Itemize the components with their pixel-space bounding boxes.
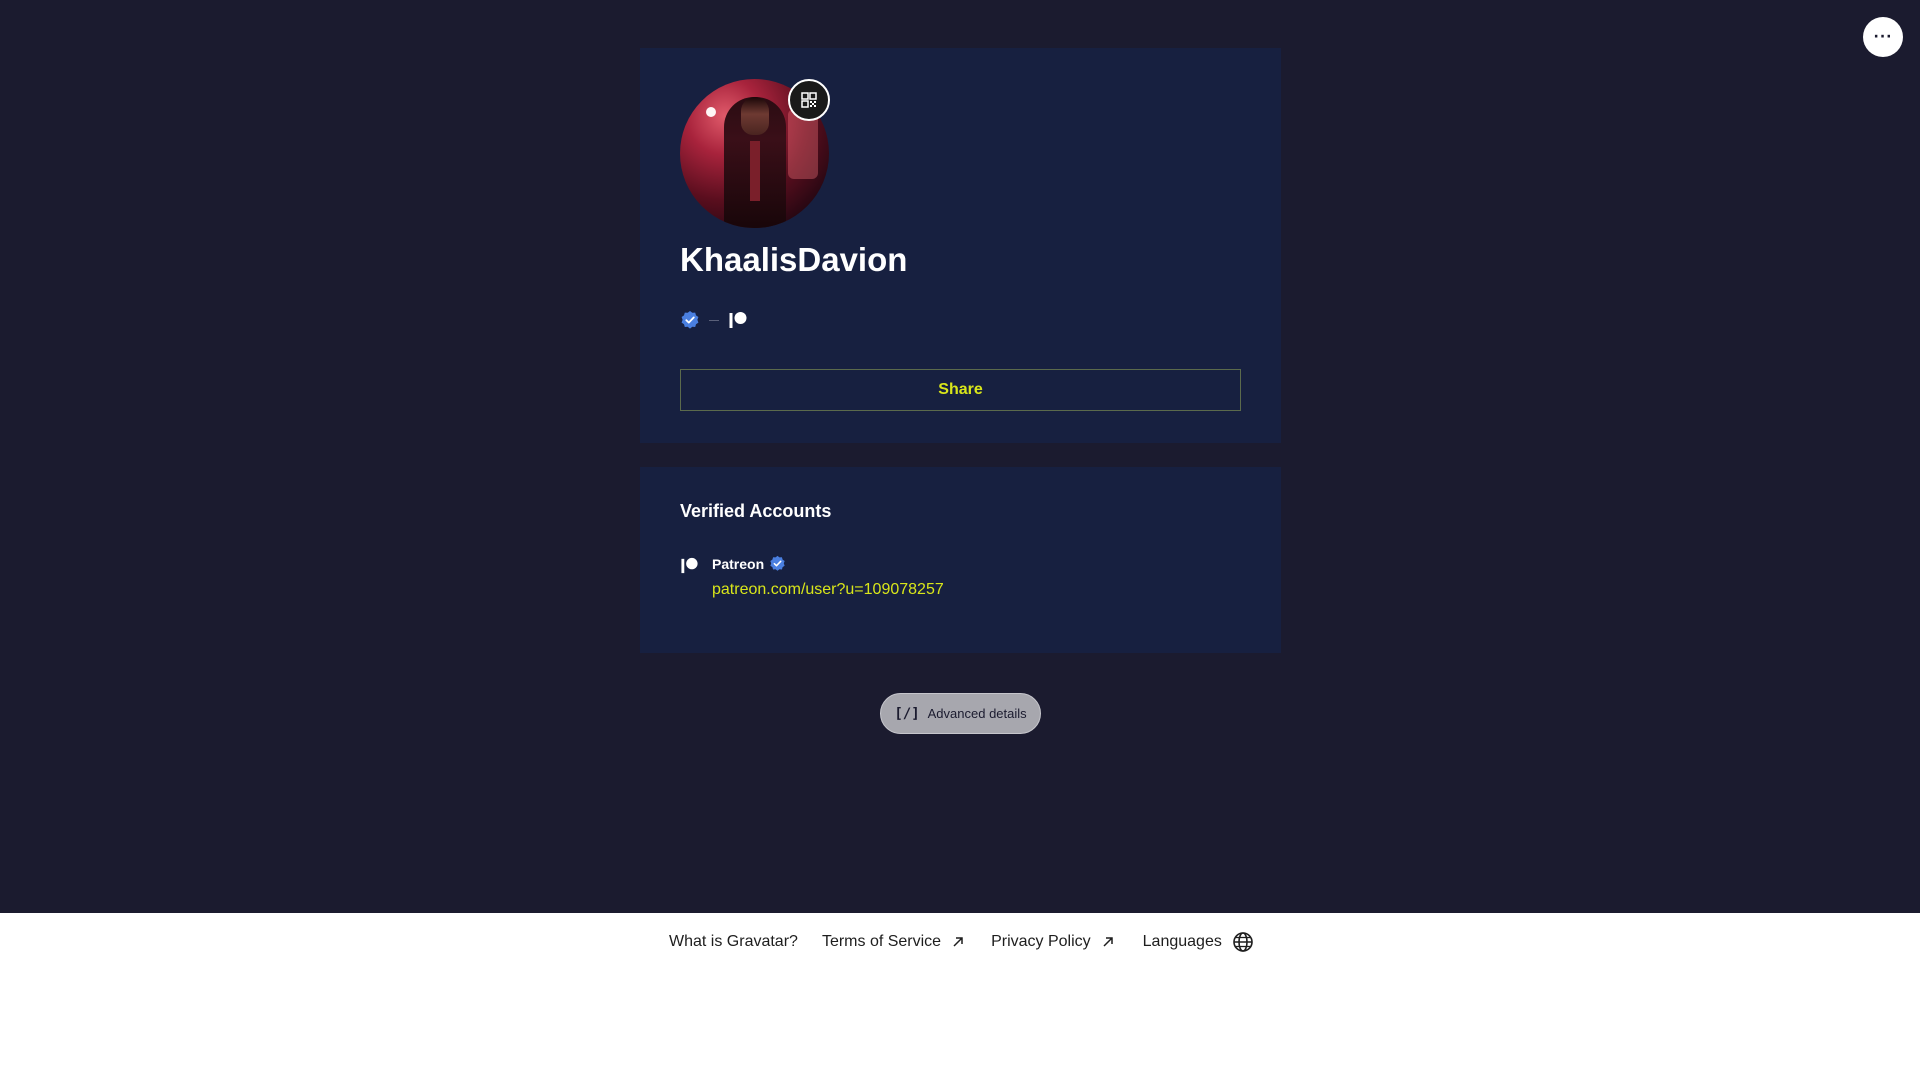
footer-link-terms-of-service[interactable]: Terms of Service — [822, 933, 965, 951]
advanced-details-label: Advanced details — [927, 706, 1027, 721]
globe-icon — [1233, 932, 1253, 952]
profile-card: KhaalisDavion Share — [640, 48, 1281, 443]
patreon-icon — [681, 557, 698, 574]
qr-code-button[interactable] — [788, 79, 830, 121]
more-options-button[interactable]: ··· — [1863, 17, 1903, 57]
share-button[interactable]: Share — [680, 369, 1241, 411]
code-icon: [/] — [894, 705, 920, 722]
account-link[interactable]: patreon.com/user?u=109078257 — [712, 581, 944, 599]
footer-links: What is Gravatar? Terms of Service Priva… — [669, 931, 1254, 953]
external-link-icon — [1103, 937, 1113, 947]
page-background: ··· KhaalisDavion Share Verified Account… — [0, 0, 1920, 913]
external-link-icon — [953, 937, 963, 947]
verified-badge-icon — [770, 555, 785, 571]
footer: What is Gravatar? Terms of Service Priva… — [0, 913, 1920, 1080]
section-title: Verified Accounts — [680, 501, 832, 521]
footer-link-what-is-gravatar[interactable]: What is Gravatar? — [669, 933, 798, 951]
account-name: Patreon — [712, 555, 765, 572]
footer-link-languages[interactable]: Languages — [1143, 931, 1254, 953]
badges-row — [680, 309, 748, 331]
advanced-details-button[interactable]: [/] Advanced details — [880, 693, 1041, 734]
patreon-icon[interactable] — [728, 310, 748, 330]
verified-badge-icon[interactable] — [680, 310, 700, 330]
separator — [709, 319, 719, 321]
footer-link-privacy-policy[interactable]: Privacy Policy — [991, 933, 1115, 951]
display-name: KhaalisDavion — [680, 241, 908, 278]
qr-code-icon — [801, 92, 817, 108]
verified-accounts-card: Verified Accounts Patreon patreon.com/us… — [640, 467, 1281, 653]
avatar-container — [680, 79, 830, 228]
